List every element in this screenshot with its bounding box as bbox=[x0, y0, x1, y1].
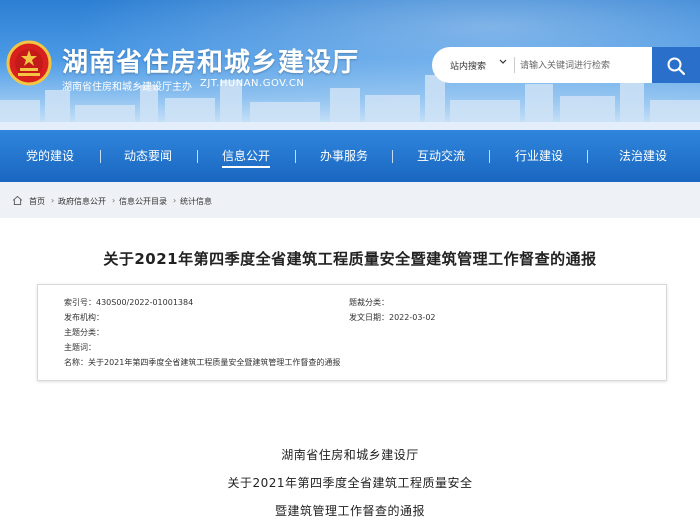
meta-date: 发文日期：2022-03-02 bbox=[349, 312, 436, 323]
breadcrumb-separator: › bbox=[112, 196, 116, 205]
meta-index-value: 430S00/2022-01001384 bbox=[96, 298, 194, 307]
nav-divider bbox=[489, 150, 490, 163]
meta-topic-class: 题裁分类： bbox=[349, 297, 389, 308]
meta-keywords-label: 主题词： bbox=[64, 343, 96, 352]
article-meta-box: 索引号：430S00/2022-01001384 题裁分类： 发布机构： 发文日… bbox=[37, 284, 667, 381]
site-header: 湖南省住房和城乡建设厅 湖南省住房和城乡建设厅主办 ZJT.HUNAN.GOV.… bbox=[0, 0, 700, 130]
nav-divider bbox=[587, 150, 588, 163]
nav-active-underline bbox=[222, 166, 270, 168]
site-title: 湖南省住房和城乡建设厅 bbox=[62, 48, 360, 78]
meta-name-label: 名称： bbox=[64, 358, 88, 367]
nav-item-label: 党的建设 bbox=[25, 149, 74, 163]
meta-keywords: 主题词： bbox=[64, 342, 96, 353]
meta-date-label: 发文日期： bbox=[349, 313, 389, 322]
meta-publisher-label: 发布机构： bbox=[64, 313, 104, 322]
meta-subject-class: 主题分类： bbox=[64, 327, 104, 338]
nav-item-rule-of-law[interactable]: 法治建设 bbox=[613, 130, 673, 182]
search-input[interactable] bbox=[518, 55, 652, 77]
article-title: 关于2021年第四季度全省建筑工程质量安全暨建筑管理工作督查的通报 bbox=[103, 250, 597, 268]
nav-item-party-building[interactable]: 党的建设 bbox=[20, 130, 80, 182]
site-domain: ZJT.HUNAN.GOV.CN bbox=[200, 78, 305, 89]
breadcrumb-separator: › bbox=[51, 196, 55, 205]
body-line-issuer: 湖南省住房和城乡建设厅 bbox=[281, 448, 419, 462]
search-icon bbox=[667, 57, 686, 76]
breadcrumb-info-catalog[interactable]: 信息公开目录 bbox=[119, 196, 167, 207]
search-type-select[interactable]: 站内搜索 bbox=[450, 59, 486, 72]
nav-item-label: 信息公开 bbox=[221, 149, 270, 163]
meta-name-value: 关于2021年第四季度全省建筑工程质量安全暨建筑管理工作督查的通报 bbox=[88, 358, 341, 367]
nav-item-label: 法治建设 bbox=[618, 149, 667, 163]
nav-item-industry[interactable]: 行业建设 bbox=[509, 130, 569, 182]
nav-item-label: 行业建设 bbox=[514, 149, 563, 163]
breadcrumb-home[interactable]: 首页 bbox=[29, 196, 45, 207]
nav-divider bbox=[100, 150, 101, 163]
breadcrumb: 首页 › 政府信息公开 › 信息公开目录 › 统计信息 bbox=[0, 182, 700, 218]
nav-divider bbox=[295, 150, 296, 163]
body-line-title-1: 关于2021年第四季度全省建筑工程质量安全 bbox=[227, 476, 473, 490]
meta-name: 名称：关于2021年第四季度全省建筑工程质量安全暨建筑管理工作督查的通报 bbox=[64, 357, 340, 368]
meta-index-label: 索引号： bbox=[64, 298, 96, 307]
nav-item-news[interactable]: 动态要闻 bbox=[118, 130, 178, 182]
meta-topic-class-label: 题裁分类： bbox=[349, 298, 389, 307]
national-emblem-logo bbox=[6, 40, 52, 86]
nav-divider bbox=[392, 150, 393, 163]
breadcrumb-statistics[interactable]: 统计信息 bbox=[180, 196, 212, 207]
meta-date-value: 2022-03-02 bbox=[389, 313, 436, 322]
meta-subject-class-label: 主题分类： bbox=[64, 328, 104, 337]
breadcrumb-gov-info[interactable]: 政府信息公开 bbox=[58, 196, 106, 207]
breadcrumb-separator: › bbox=[173, 196, 177, 205]
meta-publisher: 发布机构： bbox=[64, 312, 104, 323]
nav-divider bbox=[197, 150, 198, 163]
search-button[interactable] bbox=[652, 47, 700, 83]
home-icon bbox=[13, 196, 22, 205]
meta-index: 索引号：430S00/2022-01001384 bbox=[64, 297, 193, 308]
nav-item-label: 互动交流 bbox=[416, 149, 465, 163]
nav-item-services[interactable]: 办事服务 bbox=[314, 130, 374, 182]
nav-item-info-disclosure[interactable]: 信息公开 bbox=[216, 130, 276, 182]
nav-item-label: 动态要闻 bbox=[123, 149, 172, 163]
main-nav: 党的建设 动态要闻 信息公开 办事服务 互动交流 行业建设 法治建设 bbox=[0, 130, 700, 182]
nav-item-interaction[interactable]: 互动交流 bbox=[411, 130, 471, 182]
body-line-title-2: 暨建筑管理工作督查的通报 bbox=[274, 504, 425, 518]
nav-item-label: 办事服务 bbox=[319, 149, 368, 163]
chevron-down-icon[interactable] bbox=[499, 58, 507, 66]
search-divider bbox=[514, 57, 515, 73]
site-subtitle: 湖南省住房和城乡建设厅主办 bbox=[62, 82, 192, 93]
